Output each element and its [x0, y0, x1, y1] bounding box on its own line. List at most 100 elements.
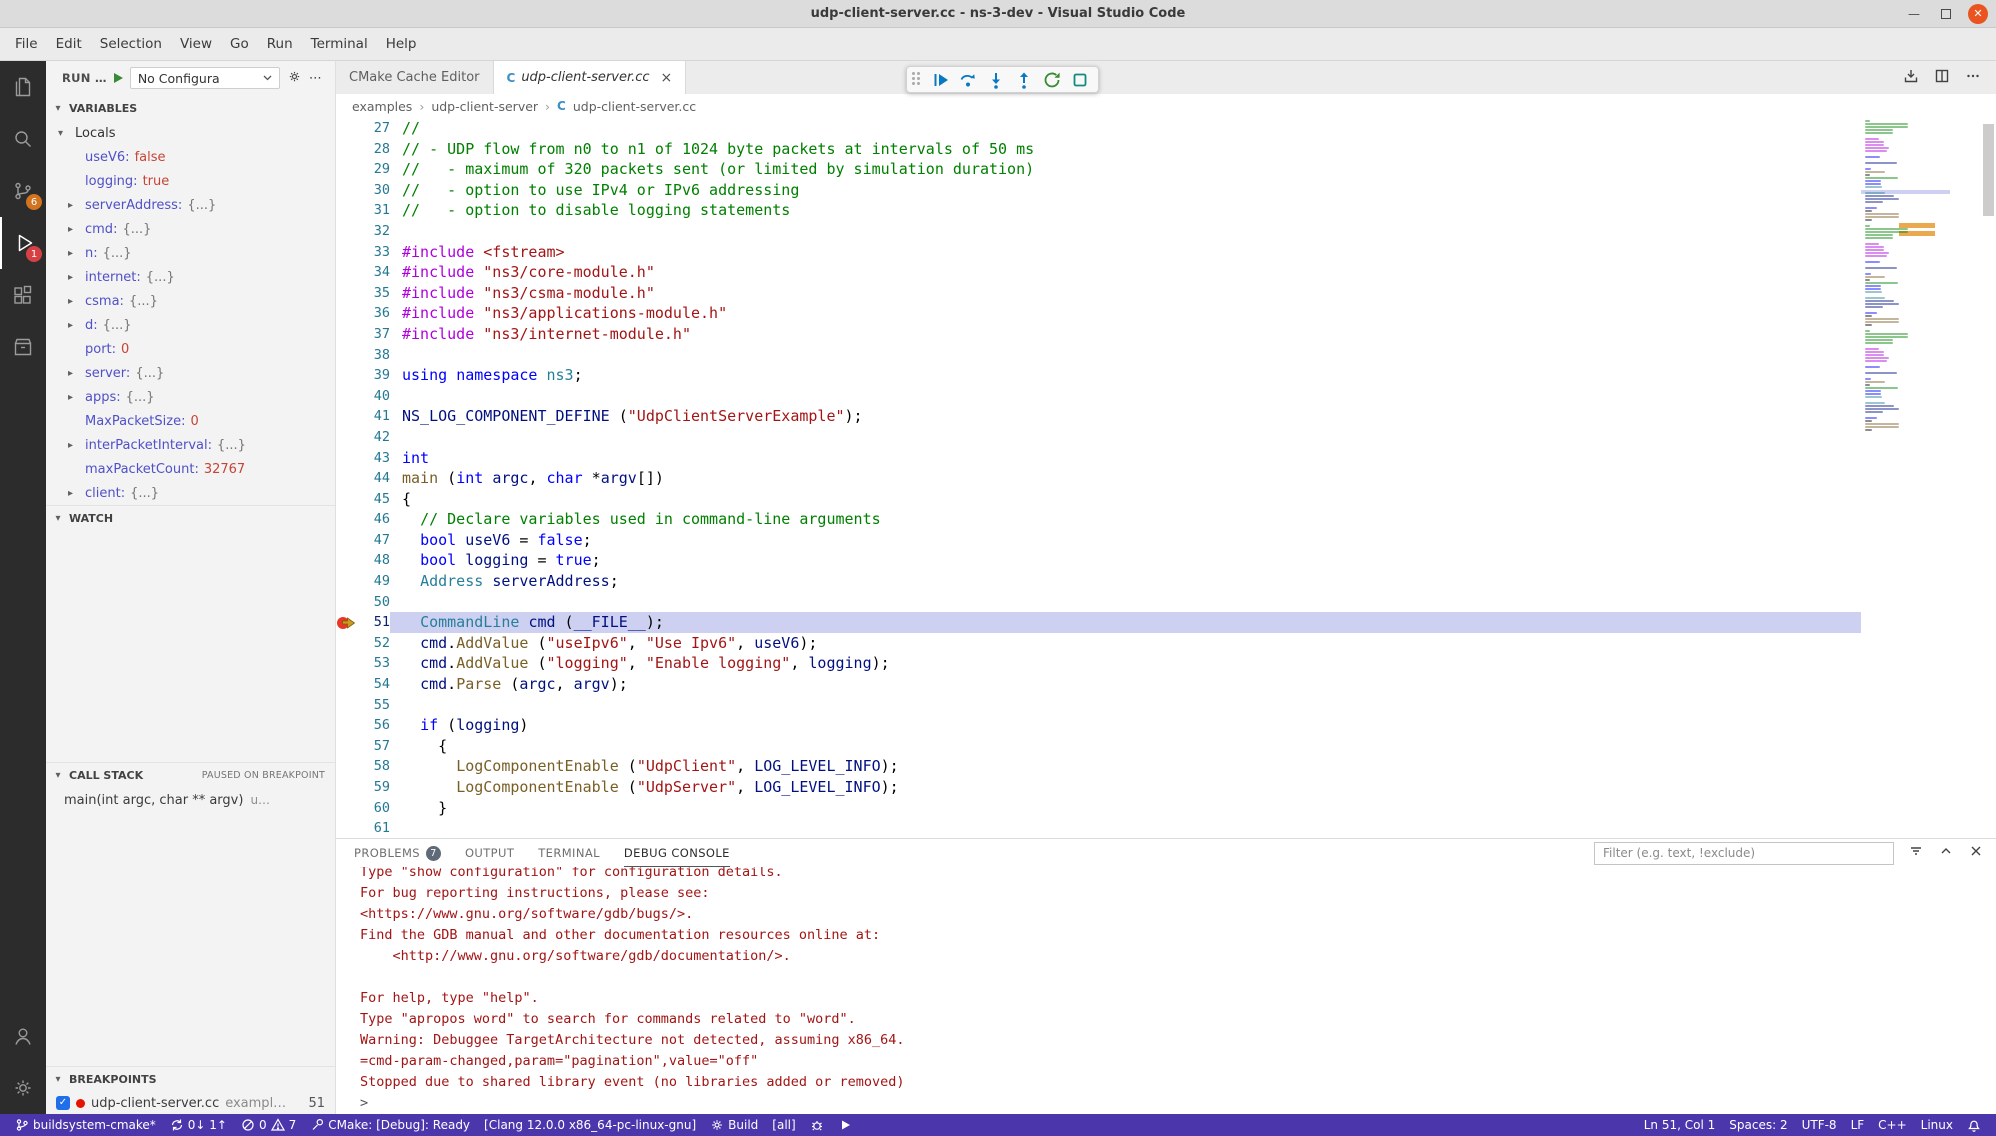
code-text[interactable]: NS_LOG_COMPONENT_DEFINE ("UdpClientServe…: [390, 406, 1861, 427]
breakpoint-row[interactable]: ✓ udp-client-server.cc exampl… 51: [46, 1092, 335, 1114]
code-line[interactable]: 45{: [336, 489, 1861, 510]
code-text[interactable]: if (logging): [390, 715, 1861, 736]
gutter-glyph-margin[interactable]: [336, 674, 358, 695]
code-text[interactable]: [390, 221, 1861, 242]
step-into-icon[interactable]: [983, 68, 1009, 92]
line-number[interactable]: 61: [358, 818, 390, 838]
line-number[interactable]: 33: [358, 242, 390, 263]
code-line[interactable]: 38: [336, 345, 1861, 366]
maximize-icon[interactable]: [1936, 4, 1956, 24]
line-number[interactable]: 44: [358, 468, 390, 489]
code-text[interactable]: }: [390, 798, 1861, 819]
variable-row[interactable]: ▸n:{...}: [46, 241, 335, 265]
code-text[interactable]: cmd.AddValue ("useIpv6", "Use Ipv6", use…: [390, 633, 1861, 654]
gutter-glyph-margin[interactable]: [336, 118, 358, 139]
extensions-icon[interactable]: [0, 269, 46, 321]
code-text[interactable]: LogComponentEnable ("UdpClient", LOG_LEV…: [390, 756, 1861, 777]
code-line[interactable]: 29// - maximum of 320 packets sent (or l…: [336, 159, 1861, 180]
breakpoints-section-header[interactable]: ▾ BREAKPOINTS: [46, 1066, 335, 1092]
line-number[interactable]: 47: [358, 530, 390, 551]
statusbar-cmake-status[interactable]: CMake: [Debug]: Ready: [303, 1114, 477, 1136]
gutter-glyph-margin[interactable]: [336, 633, 358, 654]
variable-row[interactable]: ▸cmd:{...}: [46, 217, 335, 241]
code-line[interactable]: 58 LogComponentEnable ("UdpClient", LOG_…: [336, 756, 1861, 777]
statusbar-cursor-position[interactable]: Ln 51, Col 1: [1637, 1114, 1723, 1136]
code-text[interactable]: //: [390, 118, 1861, 139]
code-text[interactable]: [390, 386, 1861, 407]
tab-cmake-cache-editor[interactable]: CMake Cache Editor: [336, 61, 494, 94]
code-text[interactable]: // - option to disable logging statement…: [390, 200, 1861, 221]
stop-icon[interactable]: [1067, 68, 1093, 92]
statusbar-problems[interactable]: 07: [234, 1114, 303, 1136]
gutter-glyph-margin[interactable]: [336, 159, 358, 180]
variable-row[interactable]: ▸server:{...}: [46, 361, 335, 385]
breakpoint-checkbox[interactable]: ✓: [56, 1096, 70, 1110]
gutter-glyph-margin[interactable]: [336, 427, 358, 448]
statusbar-cmake-run[interactable]: [831, 1114, 859, 1136]
line-number[interactable]: 45: [358, 489, 390, 510]
menu-help[interactable]: Help: [377, 28, 426, 60]
menu-run[interactable]: Run: [258, 28, 302, 60]
code-text[interactable]: [390, 427, 1861, 448]
gutter-glyph-margin[interactable]: [336, 756, 358, 777]
manage-gear-icon[interactable]: [0, 1062, 46, 1114]
statusbar-cmake-kit[interactable]: [Clang 12.0.0 x86_64-pc-linux-gnu]: [477, 1114, 703, 1136]
gutter-glyph-margin[interactable]: [336, 695, 358, 716]
code-text[interactable]: using namespace ns3;: [390, 365, 1861, 386]
breadcrumb-udp-client-server[interactable]: udp-client-server: [431, 99, 538, 114]
debug-settings-gear-icon[interactable]: [287, 69, 302, 88]
line-number[interactable]: 60: [358, 798, 390, 819]
code-line[interactable]: 61: [336, 818, 1861, 838]
code-text[interactable]: main (int argc, char *argv[]): [390, 468, 1861, 489]
gutter-glyph-margin[interactable]: [336, 592, 358, 613]
gutter-glyph-margin[interactable]: [336, 612, 358, 633]
code-text[interactable]: int: [390, 448, 1861, 469]
code-line[interactable]: 60 }: [336, 798, 1861, 819]
code-text[interactable]: {: [390, 736, 1861, 757]
code-line[interactable]: 56 if (logging): [336, 715, 1861, 736]
gutter-glyph-margin[interactable]: [336, 653, 358, 674]
line-number[interactable]: 31: [358, 200, 390, 221]
call-stack-section-header[interactable]: ▾ CALL STACK PAUSED ON BREAKPOINT: [46, 762, 335, 788]
gutter-glyph-margin[interactable]: [336, 262, 358, 283]
gutter-glyph-margin[interactable]: [336, 406, 358, 427]
tab-problems[interactable]: PROBLEMS 7: [354, 839, 441, 867]
code-text[interactable]: [390, 592, 1861, 613]
close-icon[interactable]: ✕: [1968, 4, 1988, 24]
code-line[interactable]: 39using namespace ns3;: [336, 365, 1861, 386]
gutter-glyph-margin[interactable]: [336, 324, 358, 345]
code-line[interactable]: 52 cmd.AddValue ("useIpv6", "Use Ipv6", …: [336, 633, 1861, 654]
line-number[interactable]: 50: [358, 592, 390, 613]
gutter-glyph-margin[interactable]: [336, 180, 358, 201]
scrollbar[interactable]: [1950, 118, 1996, 838]
variable-row[interactable]: logging:true: [46, 169, 335, 193]
line-number[interactable]: 30: [358, 180, 390, 201]
line-number[interactable]: 36: [358, 303, 390, 324]
code-line[interactable]: 44main (int argc, char *argv[]): [336, 468, 1861, 489]
line-number[interactable]: 54: [358, 674, 390, 695]
source-control-icon[interactable]: 6: [0, 165, 46, 217]
line-number[interactable]: 35: [358, 283, 390, 304]
statusbar-git-sync[interactable]: 0↓ 1↑: [163, 1114, 234, 1136]
menu-edit[interactable]: Edit: [47, 28, 91, 60]
more-actions-icon[interactable]: [1965, 68, 1981, 88]
gutter-glyph-margin[interactable]: [336, 448, 358, 469]
maximize-panel-icon[interactable]: [1938, 843, 1954, 863]
code-text[interactable]: [390, 818, 1861, 838]
code-text[interactable]: bool logging = true;: [390, 550, 1861, 571]
code-text[interactable]: #include "ns3/internet-module.h": [390, 324, 1861, 345]
breadcrumb-file[interactable]: udp-client-server.cc: [573, 99, 696, 114]
code-line[interactable]: 46 // Declare variables used in command-…: [336, 509, 1861, 530]
toolbar-drag-handle[interactable]: [912, 72, 922, 88]
console-prompt[interactable]: >: [360, 1093, 1996, 1114]
line-number[interactable]: 40: [358, 386, 390, 407]
line-number[interactable]: 53: [358, 653, 390, 674]
code-line[interactable]: 53 cmd.AddValue ("logging", "Enable logg…: [336, 653, 1861, 674]
variable-row[interactable]: maxPacketCount:32767: [46, 457, 335, 481]
code-line[interactable]: 34#include "ns3/core-module.h": [336, 262, 1861, 283]
code-text[interactable]: LogComponentEnable ("UdpServer", LOG_LEV…: [390, 777, 1861, 798]
variable-row[interactable]: ▸apps:{...}: [46, 385, 335, 409]
gutter-glyph-margin[interactable]: [336, 798, 358, 819]
code-editor[interactable]: 27//28// - UDP flow from n0 to n1 of 102…: [336, 118, 1996, 838]
gutter-glyph-margin[interactable]: [336, 509, 358, 530]
